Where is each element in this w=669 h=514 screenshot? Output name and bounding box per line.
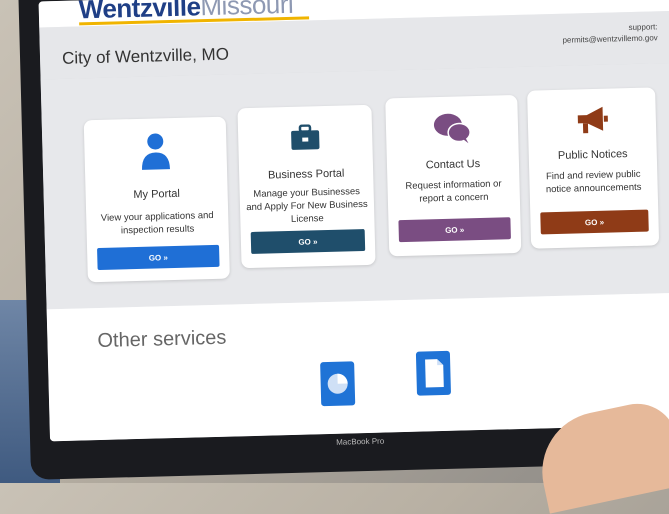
browser-screen: WentzvilleMissouri City of Wentzville, M…: [38, 0, 669, 442]
card-my-portal: My Portal View your applications and ins…: [83, 116, 230, 283]
briefcase-icon: [290, 124, 321, 151]
page-title: City of Wentzville, MO: [61, 44, 230, 68]
go-button-contact-us[interactable]: GO »: [398, 217, 511, 243]
card-description: Find and review public notice announceme…: [545, 168, 642, 196]
card-description: Manage your Businesses and Apply For New…: [246, 186, 368, 225]
chat-bubbles-icon: [433, 112, 472, 145]
pie-chart-icon: [327, 373, 348, 394]
card-title: My Portal: [133, 187, 181, 202]
person-icon: [140, 132, 171, 171]
card-business-portal: Business Portal Manage your Businesses a…: [237, 104, 376, 269]
support-email-link[interactable]: permits@wentzvillemo.gov: [562, 32, 658, 45]
card-contact-us: Contact Us Request information or report…: [385, 94, 522, 257]
section-title: Other services: [97, 326, 227, 353]
portal-cards-section: My Portal View your applications and ins…: [40, 62, 669, 310]
laptop: WentzvilleMissouri City of Wentzville, M…: [18, 0, 669, 480]
support-contact: support: permits@wentzvillemo.gov: [562, 21, 658, 45]
card-description: View your applications and inspection re…: [100, 209, 214, 237]
card-title: Business Portal: [267, 167, 345, 182]
go-button-my-portal[interactable]: GO »: [97, 244, 220, 271]
card-public-notices: Public Notices Find and review public no…: [527, 87, 660, 249]
card-title: Public Notices: [557, 148, 628, 162]
megaphone-icon: [574, 105, 609, 136]
card-description: Request information or report a concern: [405, 178, 502, 205]
service-chart-button[interactable]: [320, 361, 356, 407]
document-icon: [425, 359, 444, 388]
go-button-business-portal[interactable]: GO »: [250, 229, 366, 254]
go-button-public-notices[interactable]: GO »: [540, 209, 649, 235]
card-title: Contact Us: [425, 157, 481, 172]
service-document-button[interactable]: [415, 350, 452, 396]
